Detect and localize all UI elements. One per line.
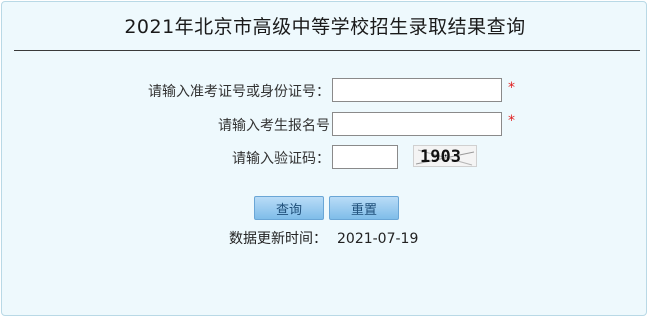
- title-divider: [14, 50, 640, 51]
- captcha-input[interactable]: [332, 145, 398, 169]
- update-date: 2021-07-19: [337, 231, 419, 247]
- id-number-label: 请输入准考证号或身份证号：: [148, 84, 330, 100]
- query-panel: 2021年北京市高级中等学校招生录取结果查询 请输入准考证号或身份证号： * 请…: [1, 1, 647, 316]
- captcha-label: 请输入验证码：: [232, 151, 330, 167]
- id-required-mark: *: [508, 80, 515, 96]
- page-title: 2021年北京市高级中等学校招生录取结果查询: [124, 16, 526, 38]
- registration-number-input[interactable]: [332, 112, 502, 136]
- update-label: 数据更新时间：: [229, 231, 327, 247]
- captcha-image[interactable]: 1903: [413, 145, 477, 167]
- data-update-info: 数据更新时间： 2021-07-19: [229, 228, 418, 248]
- registration-number-label: 请输入考生报名号: [218, 118, 330, 134]
- registration-required-mark: *: [508, 113, 515, 129]
- captcha-text: 1903: [420, 147, 461, 167]
- query-button[interactable]: 查询: [254, 196, 324, 220]
- id-number-input[interactable]: [332, 78, 502, 102]
- reset-button[interactable]: 重置: [329, 196, 399, 220]
